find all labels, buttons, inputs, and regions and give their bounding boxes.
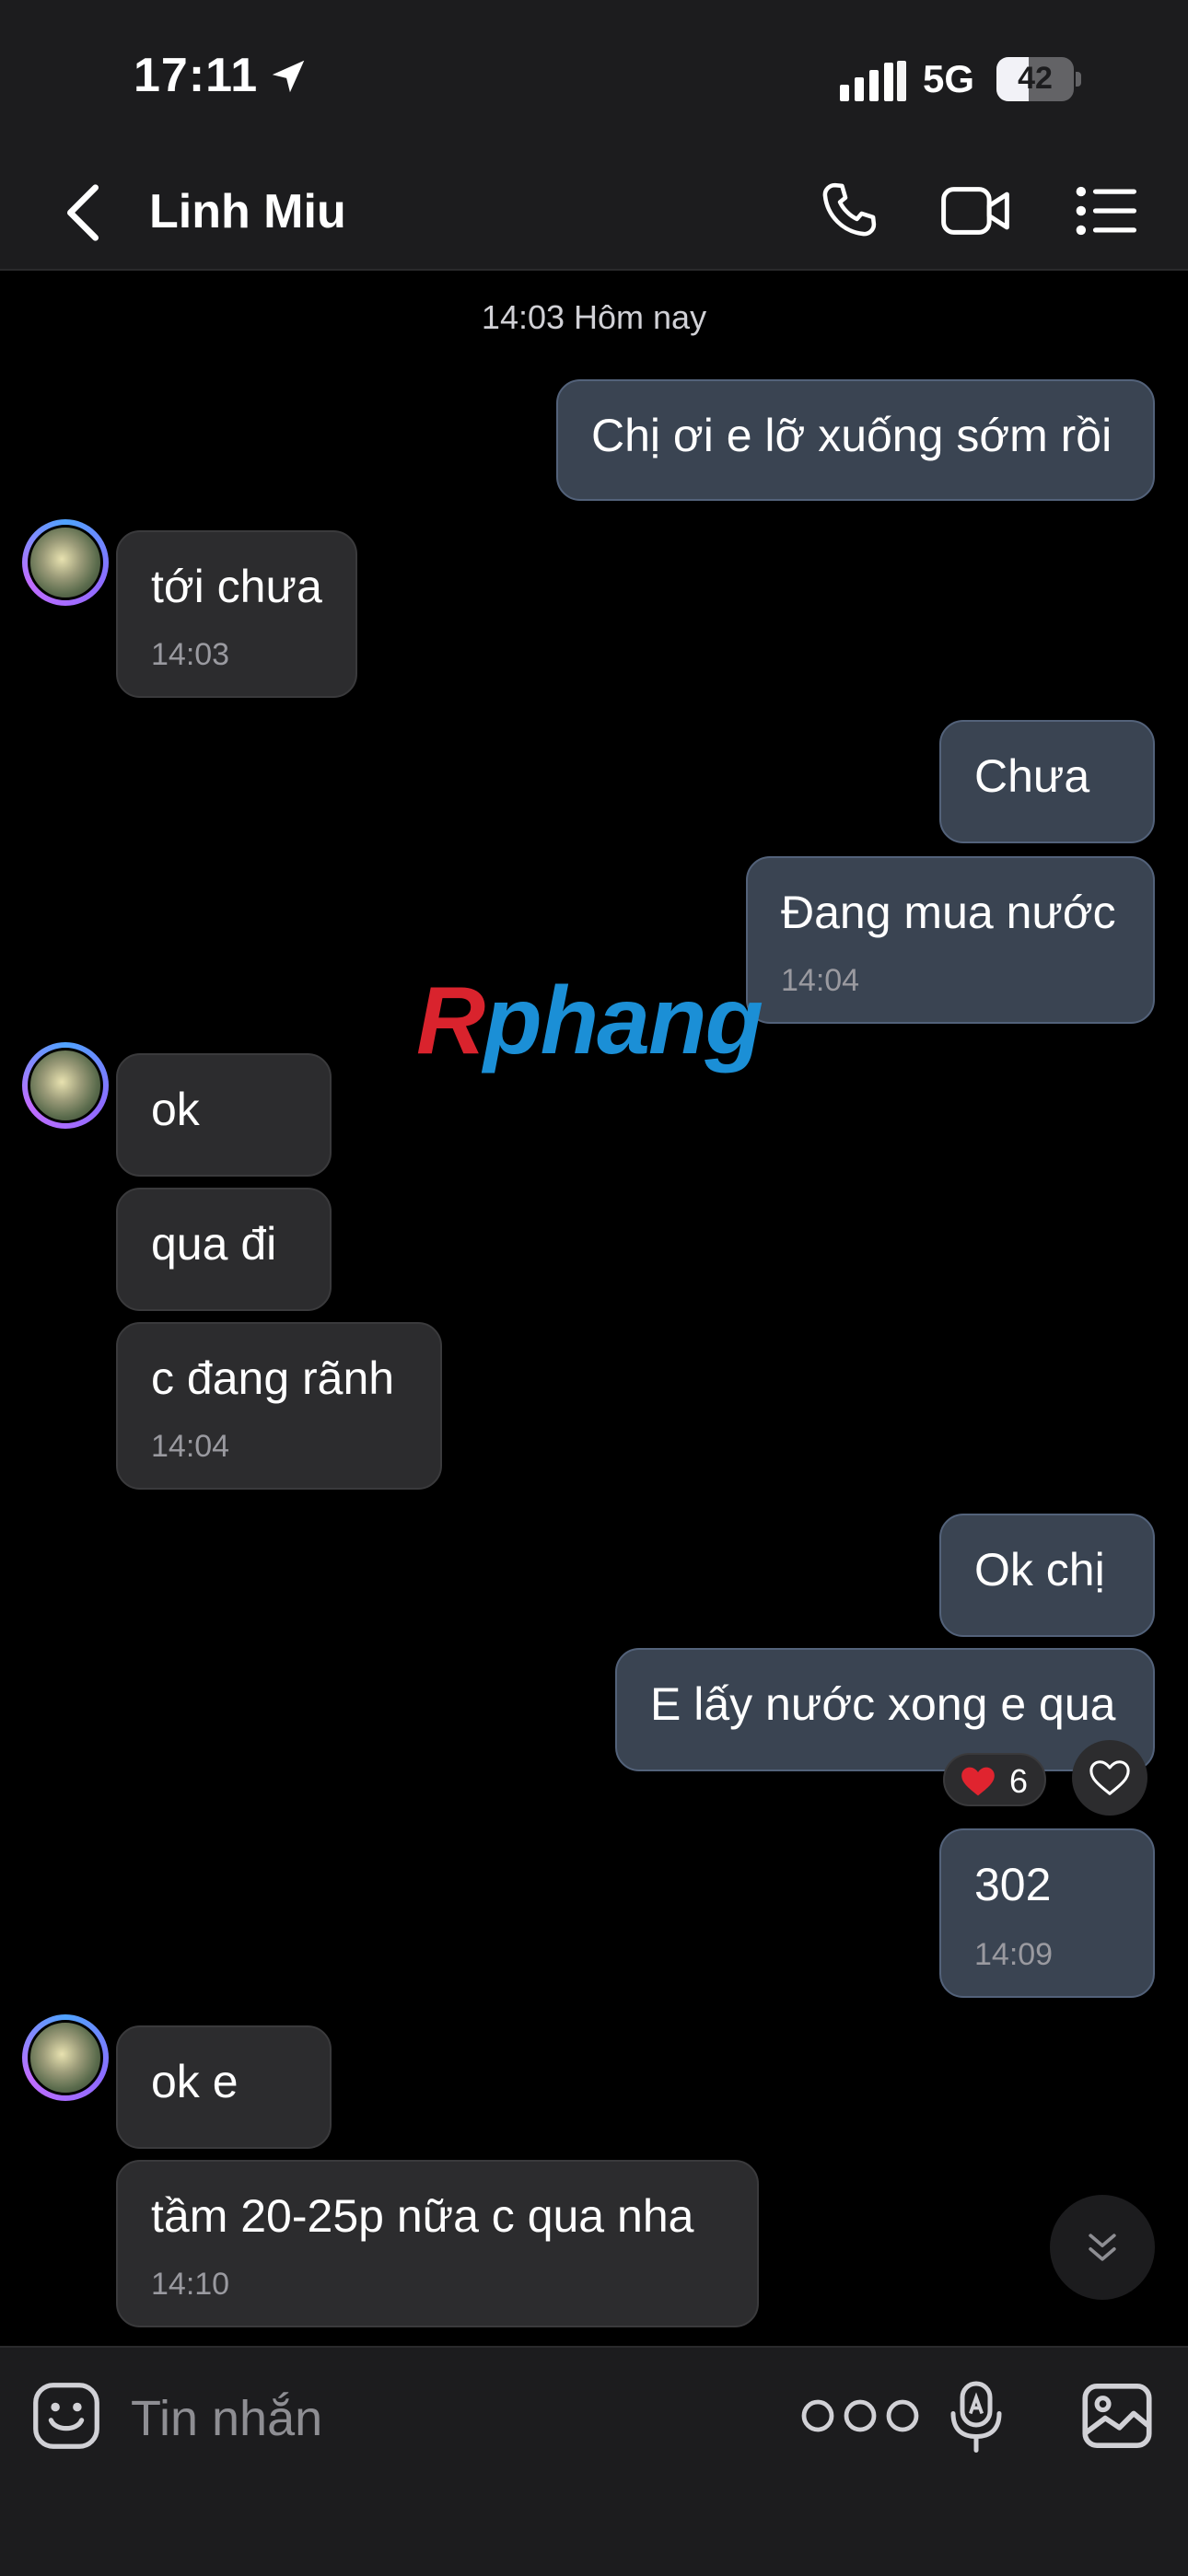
message-time: 14:09 [974,1937,1054,1972]
contact-name[interactable]: Linh Miu [149,184,346,239]
heart-outline-icon [1089,1760,1130,1795]
image-gallery-button[interactable] [1081,2383,1153,2449]
message-time: 14:10 [151,2267,230,2302]
message-time: 14:03 [151,637,230,672]
message-bubble-incoming[interactable]: tới chưa 14:03 [116,530,357,698]
message-bubble-incoming[interactable]: ok e [116,2025,332,2149]
battery-level: 42 [1018,61,1053,96]
message-composer [0,2346,1188,2576]
reaction-count: 6 [1009,1762,1029,1800]
react-heart-button[interactable] [1072,1740,1147,1816]
message-bubble-outgoing[interactable]: Đang mua nước 14:04 [746,856,1155,1024]
video-call-button[interactable] [939,180,1011,241]
contact-avatar[interactable] [22,1042,109,1129]
sticker-emoji-button[interactable] [31,2381,101,2451]
reaction-badge[interactable]: 6 [943,1753,1046,1806]
network-type: 5G [923,57,975,100]
message-bubble-outgoing[interactable]: Ok chị [939,1514,1155,1637]
voice-to-text-button[interactable] [949,2379,1004,2453]
scroll-to-bottom-button[interactable] [1050,2195,1155,2300]
message-bubble-incoming[interactable]: ok [116,1053,332,1177]
message-text: tới chưa [151,561,322,612]
message-bubble-outgoing[interactable]: E lấy nước xong e qua [615,1648,1155,1771]
message-text: c đang rãnh [151,1352,395,1404]
message-input[interactable] [129,2383,777,2454]
message-text: Chị ơi e lỡ xuống sớm rồi [591,410,1112,461]
location-arrow-icon [272,60,305,93]
watermark-logo: Rphang [416,968,763,1074]
message-bubble-outgoing[interactable]: Chưa [939,720,1155,843]
message-time: 14:04 [151,1429,230,1464]
message-bubble-incoming[interactable]: c đang rãnh 14:04 [116,1322,442,1490]
heart-icon [961,1767,995,1796]
contact-avatar[interactable] [22,2014,109,2101]
message-text: qua đi [151,1218,277,1270]
message-time: 14:04 [781,963,860,998]
message-bubble-incoming[interactable]: tầm 20-25p nữa c qua nha 14:10 [116,2160,759,2327]
contact-avatar[interactable] [22,519,109,606]
status-time: 17:11 [134,49,259,102]
back-button[interactable] [55,180,111,245]
message-text: tầm 20-25p nữa c qua nha [151,2190,694,2242]
message-text: ok e [151,2056,239,2107]
message-bubble-outgoing[interactable]: Chị ơi e lỡ xuống sớm rồi [556,379,1155,501]
message-list[interactable]: 14:03 Hôm nay Chị ơi e lỡ xuống sớm rồi … [0,271,1188,2346]
message-text: 302 [974,1859,1052,1910]
menu-list-button[interactable] [1074,180,1136,241]
message-text: Ok chị [974,1544,1105,1595]
signal-icon [840,61,906,101]
phone-call-button[interactable] [818,179,880,241]
status-bar: 17:11 5G 42 [0,0,1188,157]
message-bubble-outgoing[interactable]: 302 14:09 [939,1828,1155,1998]
message-text: ok [151,1084,200,1135]
message-text: Đang mua nước [781,887,1116,938]
message-text: Chưa [974,750,1090,802]
message-text: E lấy nước xong e qua [650,1678,1116,1730]
date-separator: 14:03 Hôm nay [481,298,707,336]
chat-header: Linh Miu [0,157,1188,271]
double-chevron-down-icon [1089,2234,1116,2261]
message-bubble-incoming[interactable]: qua đi [116,1188,332,1311]
more-options-button[interactable] [799,2397,921,2434]
battery-icon: 42 [996,57,1081,101]
